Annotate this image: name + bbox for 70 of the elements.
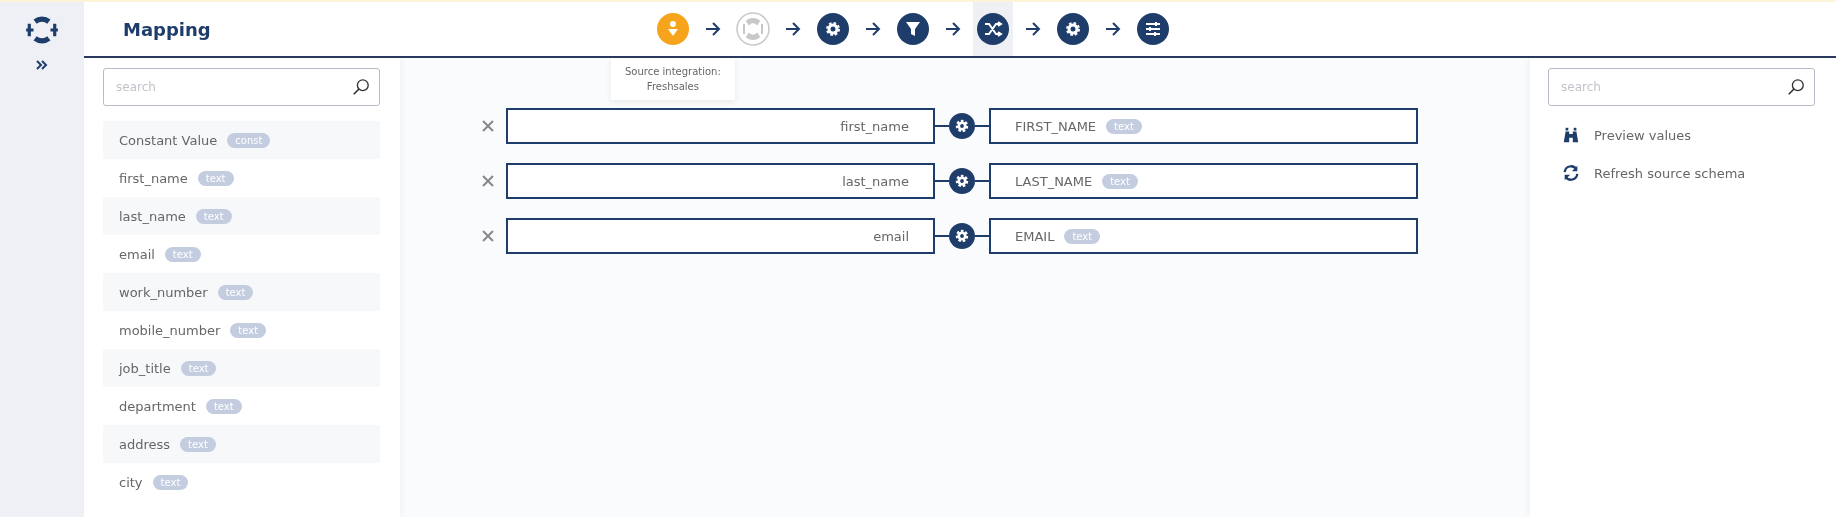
source-field-name: last_name: [842, 173, 909, 189]
binoculars-icon: [1562, 126, 1580, 144]
arrow-icon: [1105, 22, 1121, 36]
target-field-name: FIRST_NAME: [1015, 118, 1097, 134]
field-name: Constant Value: [119, 132, 218, 148]
type-badge: text: [180, 436, 216, 452]
source-field-box[interactable]: last_name: [506, 163, 935, 199]
type-badge: text: [164, 246, 201, 262]
field-name: email: [119, 246, 155, 262]
source-field-item[interactable]: mobile_number text: [103, 311, 380, 349]
source-field-box[interactable]: first_name: [506, 108, 935, 144]
settings-icon[interactable]: [949, 113, 975, 139]
arrow-icon: [1025, 22, 1041, 36]
remove-icon[interactable]: [482, 120, 494, 132]
target-field-name: LAST_NAME: [1015, 173, 1093, 189]
source-field-item[interactable]: last_name text: [103, 197, 380, 235]
arrow-icon: [865, 22, 881, 36]
type-badge: text: [197, 170, 234, 186]
type-badge: text: [1102, 173, 1138, 189]
page-title: Mapping: [123, 18, 212, 40]
tooltip-text: Freshsales: [646, 81, 699, 92]
settings-icon[interactable]: [949, 168, 975, 194]
field-name: job_title: [119, 360, 171, 376]
source-field-item[interactable]: work_number text: [103, 273, 380, 311]
field-name: work_number: [119, 284, 208, 300]
preview-action[interactable]: Preview values: [1548, 116, 1815, 154]
source-field-item[interactable]: city text: [103, 463, 380, 501]
refresh-action[interactable]: Refresh source schema: [1548, 154, 1815, 192]
expand-icon[interactable]: [36, 60, 48, 70]
type-badge: text: [152, 474, 189, 490]
type-badge: text: [230, 322, 267, 338]
settings-icon[interactable]: [949, 223, 975, 249]
target-field-box[interactable]: EMAIL text: [989, 218, 1418, 254]
source-field-name: email: [873, 228, 909, 244]
type-badge: const: [227, 132, 271, 148]
source-field-name: first_name: [840, 118, 909, 134]
source-field-item[interactable]: department text: [103, 387, 380, 425]
field-name: mobile_number: [119, 322, 221, 338]
search-field[interactable]: search: [103, 68, 380, 106]
target-field-box[interactable]: FIRST_NAME text: [989, 108, 1418, 144]
field-name: first_name: [119, 170, 188, 186]
search-field[interactable]: search: [1548, 68, 1815, 106]
source-field-item[interactable]: first_name text: [103, 159, 380, 197]
arrow-icon: [945, 22, 961, 36]
type-badge: text: [205, 398, 242, 414]
type-badge: text: [217, 284, 254, 300]
source-field-box[interactable]: email: [506, 218, 935, 254]
type-badge: text: [180, 360, 217, 376]
refresh-icon: [1562, 164, 1580, 182]
type-badge: text: [1106, 118, 1142, 134]
type-badge: text: [195, 208, 232, 224]
arrow-icon: [705, 22, 721, 36]
remove-icon[interactable]: [482, 175, 494, 187]
source-field-item[interactable]: Constant Value const: [103, 121, 380, 159]
search-icon[interactable]: [1787, 78, 1805, 96]
field-name: last_name: [119, 208, 186, 224]
arrow-icon: [785, 22, 801, 36]
field-name: address: [119, 436, 171, 452]
source-field-item[interactable]: email text: [103, 235, 380, 273]
pipeline-step[interactable]: [973, 2, 1013, 56]
source-field-item[interactable]: job_title text: [103, 349, 380, 387]
search-icon[interactable]: [352, 78, 370, 96]
remove-icon[interactable]: [482, 230, 494, 242]
field-name: city: [119, 474, 143, 490]
type-badge: text: [1064, 228, 1101, 244]
target-field-box[interactable]: LAST_NAME text: [989, 163, 1418, 199]
target-field-name: EMAIL: [1015, 228, 1055, 244]
source-field-item[interactable]: address text: [103, 425, 380, 463]
field-name: department: [119, 398, 196, 414]
tooltip-text: Source integration:: [625, 66, 721, 77]
